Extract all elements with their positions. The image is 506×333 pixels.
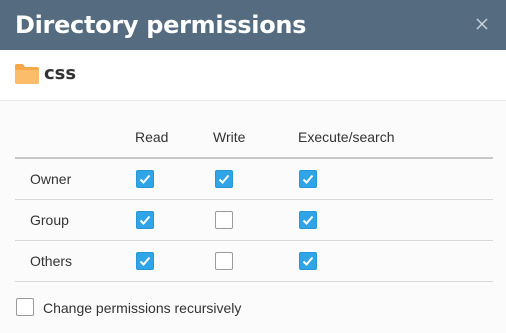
others-write-checkbox[interactable] [215,252,233,270]
checkmark-icon [139,174,151,184]
owner-execute-checkbox[interactable] [299,170,317,188]
folder-icon [14,63,40,85]
recursive-label[interactable]: Change permissions recursively [43,300,241,316]
group-write-checkbox[interactable] [215,211,233,229]
checkmark-icon [302,256,314,266]
group-read-checkbox[interactable] [136,211,154,229]
recursive-checkbox[interactable] [16,298,34,316]
row-divider [15,281,493,282]
row-label-group: Group [30,212,69,228]
checkmark-icon [302,174,314,184]
table-header-divider [15,157,493,159]
others-read-checkbox[interactable] [136,252,154,270]
dialog-title: Directory permissions [15,11,307,39]
row-divider [15,199,493,200]
others-execute-checkbox[interactable] [299,252,317,270]
checkmark-icon [302,215,314,225]
close-icon [472,14,492,34]
owner-read-checkbox[interactable] [136,170,154,188]
row-divider [15,240,493,241]
row-label-others: Others [30,253,73,269]
checkmark-icon [218,174,230,184]
checkmark-icon [139,215,151,225]
owner-write-checkbox[interactable] [215,170,233,188]
group-execute-checkbox[interactable] [299,211,317,229]
dialog-titlebar: Directory permissions [0,0,506,50]
column-header-read: Read [135,129,169,145]
column-header-execute: Execute/search [298,129,395,145]
row-label-owner: Owner [30,171,72,187]
directory-permissions-dialog: Directory permissions css Read Write Exe… [0,0,506,333]
close-button[interactable] [472,14,492,34]
directory-name: css [44,63,77,84]
column-header-write: Write [213,129,246,145]
checkmark-icon [139,256,151,266]
directory-header: css [0,50,506,101]
